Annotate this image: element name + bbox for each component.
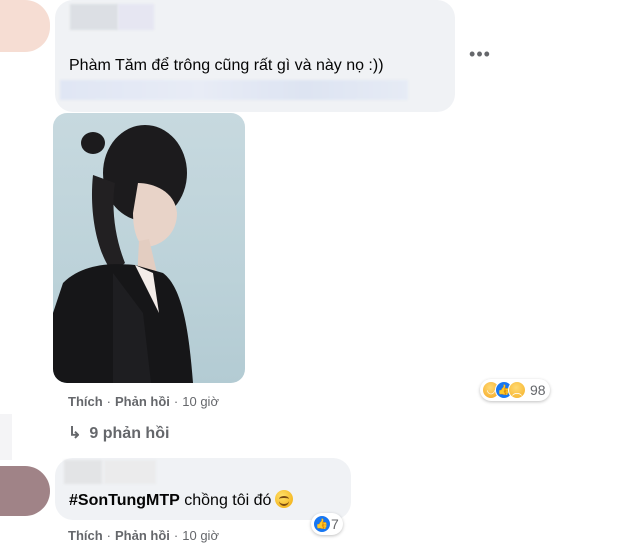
- blurred-comment-line: [60, 80, 408, 100]
- adjacent-panel-edge: [0, 414, 12, 460]
- blurred-commenter-name[interactable]: [64, 460, 102, 484]
- hashtag-link[interactable]: #SonTungMTP: [69, 492, 180, 509]
- reply-link[interactable]: Phản hồi: [115, 528, 170, 543]
- blurred-commenter-name[interactable]: [104, 460, 156, 484]
- blurred-commenter-name[interactable]: [70, 4, 118, 30]
- more-options-icon[interactable]: •••: [469, 45, 491, 68]
- smiling-face-icon: [275, 490, 294, 508]
- comment-actions: Thích · Phản hồi · 10 giờ: [68, 528, 219, 543]
- timestamp[interactable]: 10 giờ: [182, 528, 219, 543]
- like-icon: 👍: [313, 515, 331, 533]
- blurred-commenter-name[interactable]: [118, 4, 154, 30]
- reply-link[interactable]: Phản hồi: [115, 394, 170, 409]
- comment-body: chồng tôi đó: [184, 492, 272, 509]
- timestamp[interactable]: 10 giờ: [182, 394, 219, 409]
- sad-icon: ︵: [508, 381, 526, 399]
- reaction-summary[interactable]: ◡ 👍 ︵ 98: [480, 379, 550, 401]
- commenter-avatar[interactable]: [0, 0, 50, 52]
- comment-photo[interactable]: [53, 113, 245, 383]
- reaction-count: 7: [331, 516, 339, 532]
- like-link[interactable]: Thích: [68, 394, 103, 409]
- commenter-avatar[interactable]: [0, 466, 50, 516]
- reply-arrow-icon: ↳: [68, 425, 82, 442]
- comment-text: #SonTungMTP chồng tôi đó: [69, 490, 294, 511]
- comment-actions: Thích · Phản hồi · 10 giờ: [68, 394, 219, 409]
- view-replies-link[interactable]: ↳ 9 phản hồi: [68, 423, 169, 443]
- replies-label: 9 phản hồi: [89, 425, 170, 442]
- like-link[interactable]: Thích: [68, 528, 103, 543]
- reaction-count: 98: [530, 382, 546, 398]
- photo-illustration: [53, 125, 193, 383]
- comment-text: Phàm Tăm để trông cũng rất gì và này nọ …: [69, 57, 384, 74]
- reaction-summary[interactable]: 👍 7: [311, 513, 343, 535]
